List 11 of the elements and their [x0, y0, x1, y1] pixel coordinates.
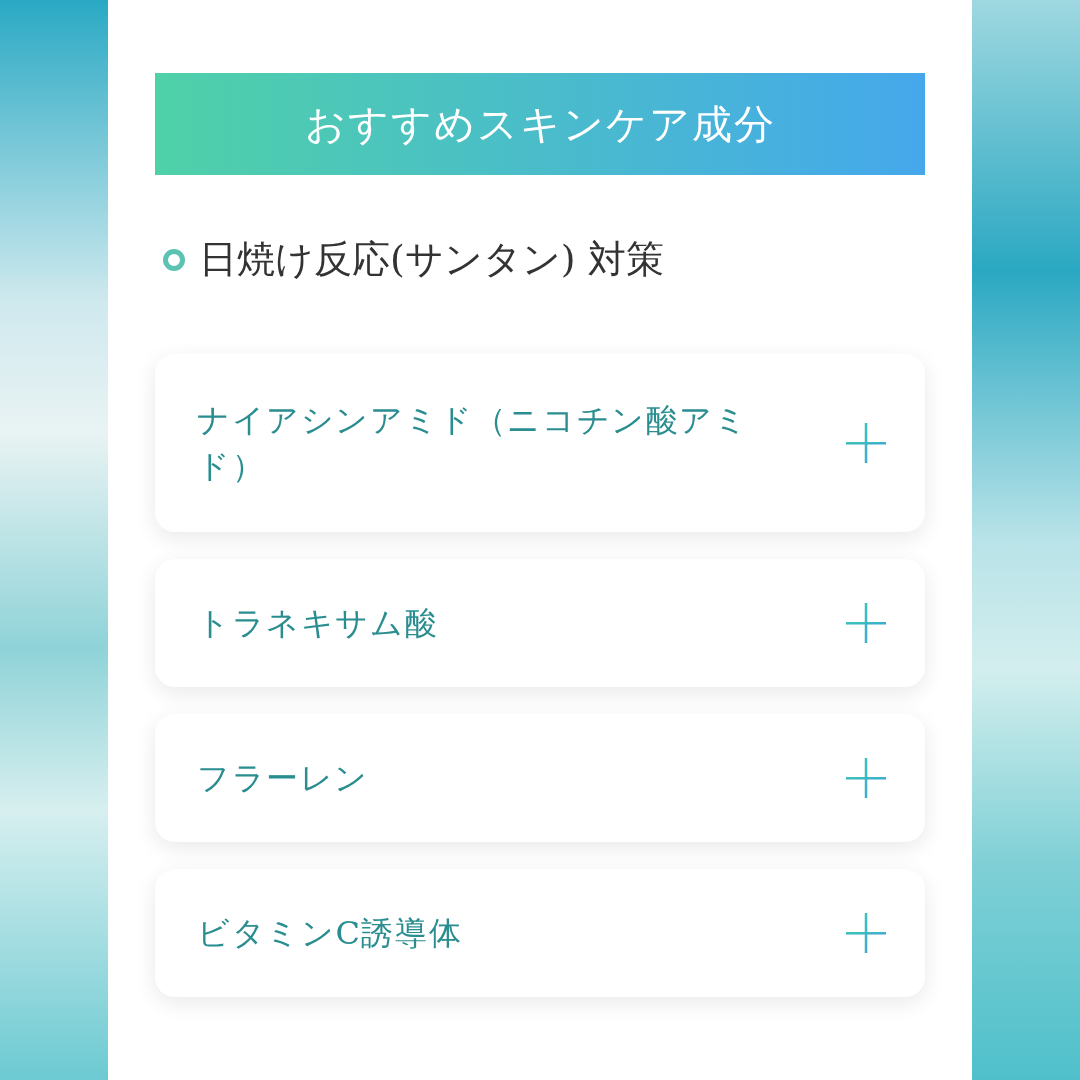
accordion-item[interactable]: トラネキサム酸: [155, 559, 925, 687]
section-heading: 日焼け反応(サンタン) 対策: [199, 236, 664, 283]
accordion-item[interactable]: フラーレン: [155, 714, 925, 842]
ring-icon: [163, 248, 185, 271]
plus-icon: [845, 602, 887, 644]
accordion-item[interactable]: ビタミンC誘導体: [155, 869, 925, 997]
plus-icon: [845, 422, 887, 464]
plus-icon: [845, 757, 887, 799]
section-banner: おすすめスキンケア成分: [155, 73, 925, 175]
plus-icon: [845, 912, 887, 954]
accordion-item[interactable]: ナイアシンアミド（ニコチン酸アミド）: [155, 354, 925, 532]
